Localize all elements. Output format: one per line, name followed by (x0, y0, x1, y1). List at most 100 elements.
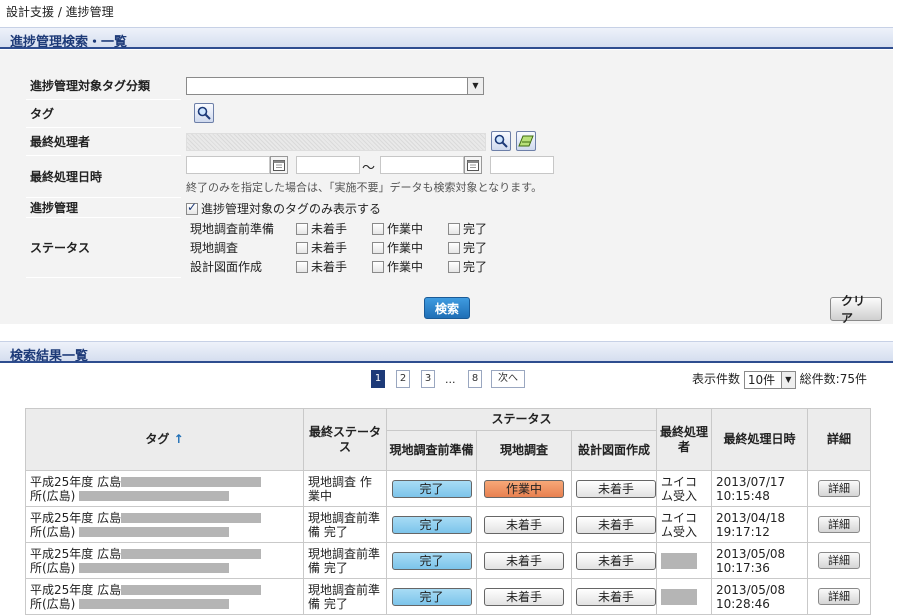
detail-button[interactable]: 詳細 (818, 552, 861, 569)
date-from-calendar-button[interactable] (270, 156, 288, 174)
status-option[interactable]: 作業中 (372, 220, 423, 237)
checkbox[interactable] (448, 242, 460, 254)
total-count: 総件数:75件 (799, 372, 867, 386)
status-button[interactable]: 完了 (391, 479, 472, 498)
progress-only-checkbox[interactable] (186, 200, 198, 215)
page-3-button[interactable]: 3 (421, 370, 435, 388)
checkbox[interactable] (448, 261, 460, 273)
redacted-text (121, 549, 262, 559)
tag-text: 所(広島) (30, 560, 76, 575)
survey-status-cell: 未着手 (476, 578, 572, 615)
results-section-header: 検索結果一覧 (0, 341, 893, 364)
page-2-button[interactable]: 2 (396, 370, 410, 388)
status-button[interactable]: 未着手 (576, 479, 656, 498)
page-1-button[interactable]: 1 (371, 370, 385, 388)
status-button[interactable]: 未着手 (484, 551, 564, 570)
redacted-text (121, 513, 262, 523)
detail-button[interactable]: 詳細 (818, 588, 861, 605)
status-button[interactable]: 作業中 (484, 479, 564, 498)
processor-search-button[interactable] (491, 131, 511, 151)
status-option[interactable]: 完了 (448, 220, 487, 237)
status-option[interactable]: 作業中 (372, 258, 423, 275)
tag-text: 平成25年度 広島 (30, 582, 122, 597)
status-option[interactable]: 作業中 (372, 239, 423, 256)
prep-status-header: 現地調査前準備 (386, 430, 477, 471)
date-cell: 2013/07/17 10:15:48 (711, 470, 809, 507)
processor-cell: ユイコム受入 (656, 506, 713, 543)
status-button[interactable]: 未着手 (576, 515, 656, 534)
date-to-calendar-button[interactable] (464, 156, 482, 174)
status-option[interactable]: 未着手 (296, 239, 347, 256)
tag-header-label: タグ (145, 432, 170, 446)
status-option[interactable]: 未着手 (296, 258, 347, 275)
checkbox[interactable] (372, 242, 384, 254)
range-separator: 〜 (362, 161, 376, 176)
search-button[interactable]: 検索 (424, 297, 470, 319)
status-button[interactable]: 未着手 (576, 587, 656, 606)
time-to-input[interactable] (490, 156, 554, 174)
progress-only-checkbox-label: 進捗管理対象のタグのみ表示する (201, 202, 382, 216)
next-page-button[interactable]: 次へ (491, 370, 525, 388)
processor-clear-button[interactable] (516, 131, 536, 151)
status-option[interactable]: 完了 (448, 258, 487, 275)
checkbox[interactable] (372, 223, 384, 235)
status-button[interactable]: 完了 (391, 587, 472, 606)
checkbox[interactable] (296, 261, 308, 273)
table-row: 平成25年度 広島 所(広島) 現地調査前準備 完了 完了 未着手 未着手 201… (25, 578, 872, 615)
tag-text: 平成25年度 広島 (30, 546, 122, 561)
last-status-cell: 現地調査前準備 完了 (303, 506, 387, 543)
per-page-select[interactable]: 10件 ▼ (743, 370, 796, 389)
time-from-input[interactable] (296, 156, 360, 174)
redacted-text (79, 599, 230, 609)
status-button[interactable]: 完了 (391, 515, 472, 534)
drawing-status-cell: 未着手 (570, 542, 658, 579)
drawing-status-cell: 未着手 (570, 506, 658, 543)
status-button[interactable]: 完了 (391, 551, 472, 570)
checkbox[interactable] (448, 223, 460, 235)
processor-cell (656, 542, 713, 579)
status-name: 現地調査前準備 (190, 222, 275, 236)
page-8-button[interactable]: 8 (468, 370, 482, 388)
tag-search-button[interactable] (194, 103, 214, 123)
prep-status-cell: 完了 (386, 506, 477, 543)
time-text: 10:15:48 (716, 488, 770, 503)
clear-button[interactable]: クリア (830, 294, 882, 325)
checkbox[interactable] (372, 261, 384, 273)
date-cell: 2013/05/08 10:17:36 (711, 542, 809, 579)
date-text: 2013/05/08 (716, 546, 786, 561)
redacted-processor (661, 552, 698, 569)
last-processed-row: 最終処理日時 〜 終了のみを指定した場合は、「実施不要」データも検索対象となりま… (26, 156, 886, 198)
survey-status-cell: 未着手 (476, 542, 572, 579)
checkbox-label: 完了 (463, 260, 488, 274)
checkbox[interactable] (296, 223, 308, 235)
status-button[interactable]: 未着手 (484, 587, 564, 606)
pager-ellipsis: ... (445, 373, 456, 386)
status-option[interactable]: 完了 (448, 239, 487, 256)
detail-button[interactable]: 詳細 (818, 516, 861, 533)
tag-cell: 平成25年度 広島 所(広島) (25, 542, 304, 579)
last-processor-header: 最終処理者 (656, 408, 713, 471)
checkbox[interactable] (296, 242, 308, 254)
progress-row: 進捗管理 進捗管理対象のタグのみ表示する (26, 198, 886, 218)
status-button[interactable]: 未着手 (484, 515, 564, 534)
prep-status-cell: 完了 (386, 470, 477, 507)
detail-button[interactable]: 詳細 (818, 480, 861, 497)
search-section-header: 進捗管理検索・一覧 (0, 27, 893, 50)
tag-column-header[interactable]: タグ ↑ (25, 408, 304, 471)
date-to-input[interactable] (380, 156, 464, 174)
tag-cell: 平成25年度 広島 所(広島) (25, 506, 304, 543)
checkbox-label: 未着手 (311, 241, 348, 255)
calendar-icon (273, 160, 285, 171)
prep-status-cell: 完了 (386, 578, 477, 615)
status-option[interactable]: 未着手 (296, 220, 347, 237)
status-name: 設計図面作成 (190, 260, 263, 274)
results-section-title: 検索結果一覧 (10, 349, 89, 364)
status-button[interactable]: 未着手 (576, 551, 656, 570)
drawing-status-cell: 未着手 (570, 470, 658, 507)
redacted-text (79, 563, 230, 573)
date-from-input[interactable] (186, 156, 270, 174)
tag-category-select[interactable]: ▼ (186, 77, 484, 95)
checkbox-label: 作業中 (387, 222, 424, 236)
detail-cell: 詳細 (807, 506, 872, 543)
drawing-status-cell: 未着手 (570, 578, 658, 615)
